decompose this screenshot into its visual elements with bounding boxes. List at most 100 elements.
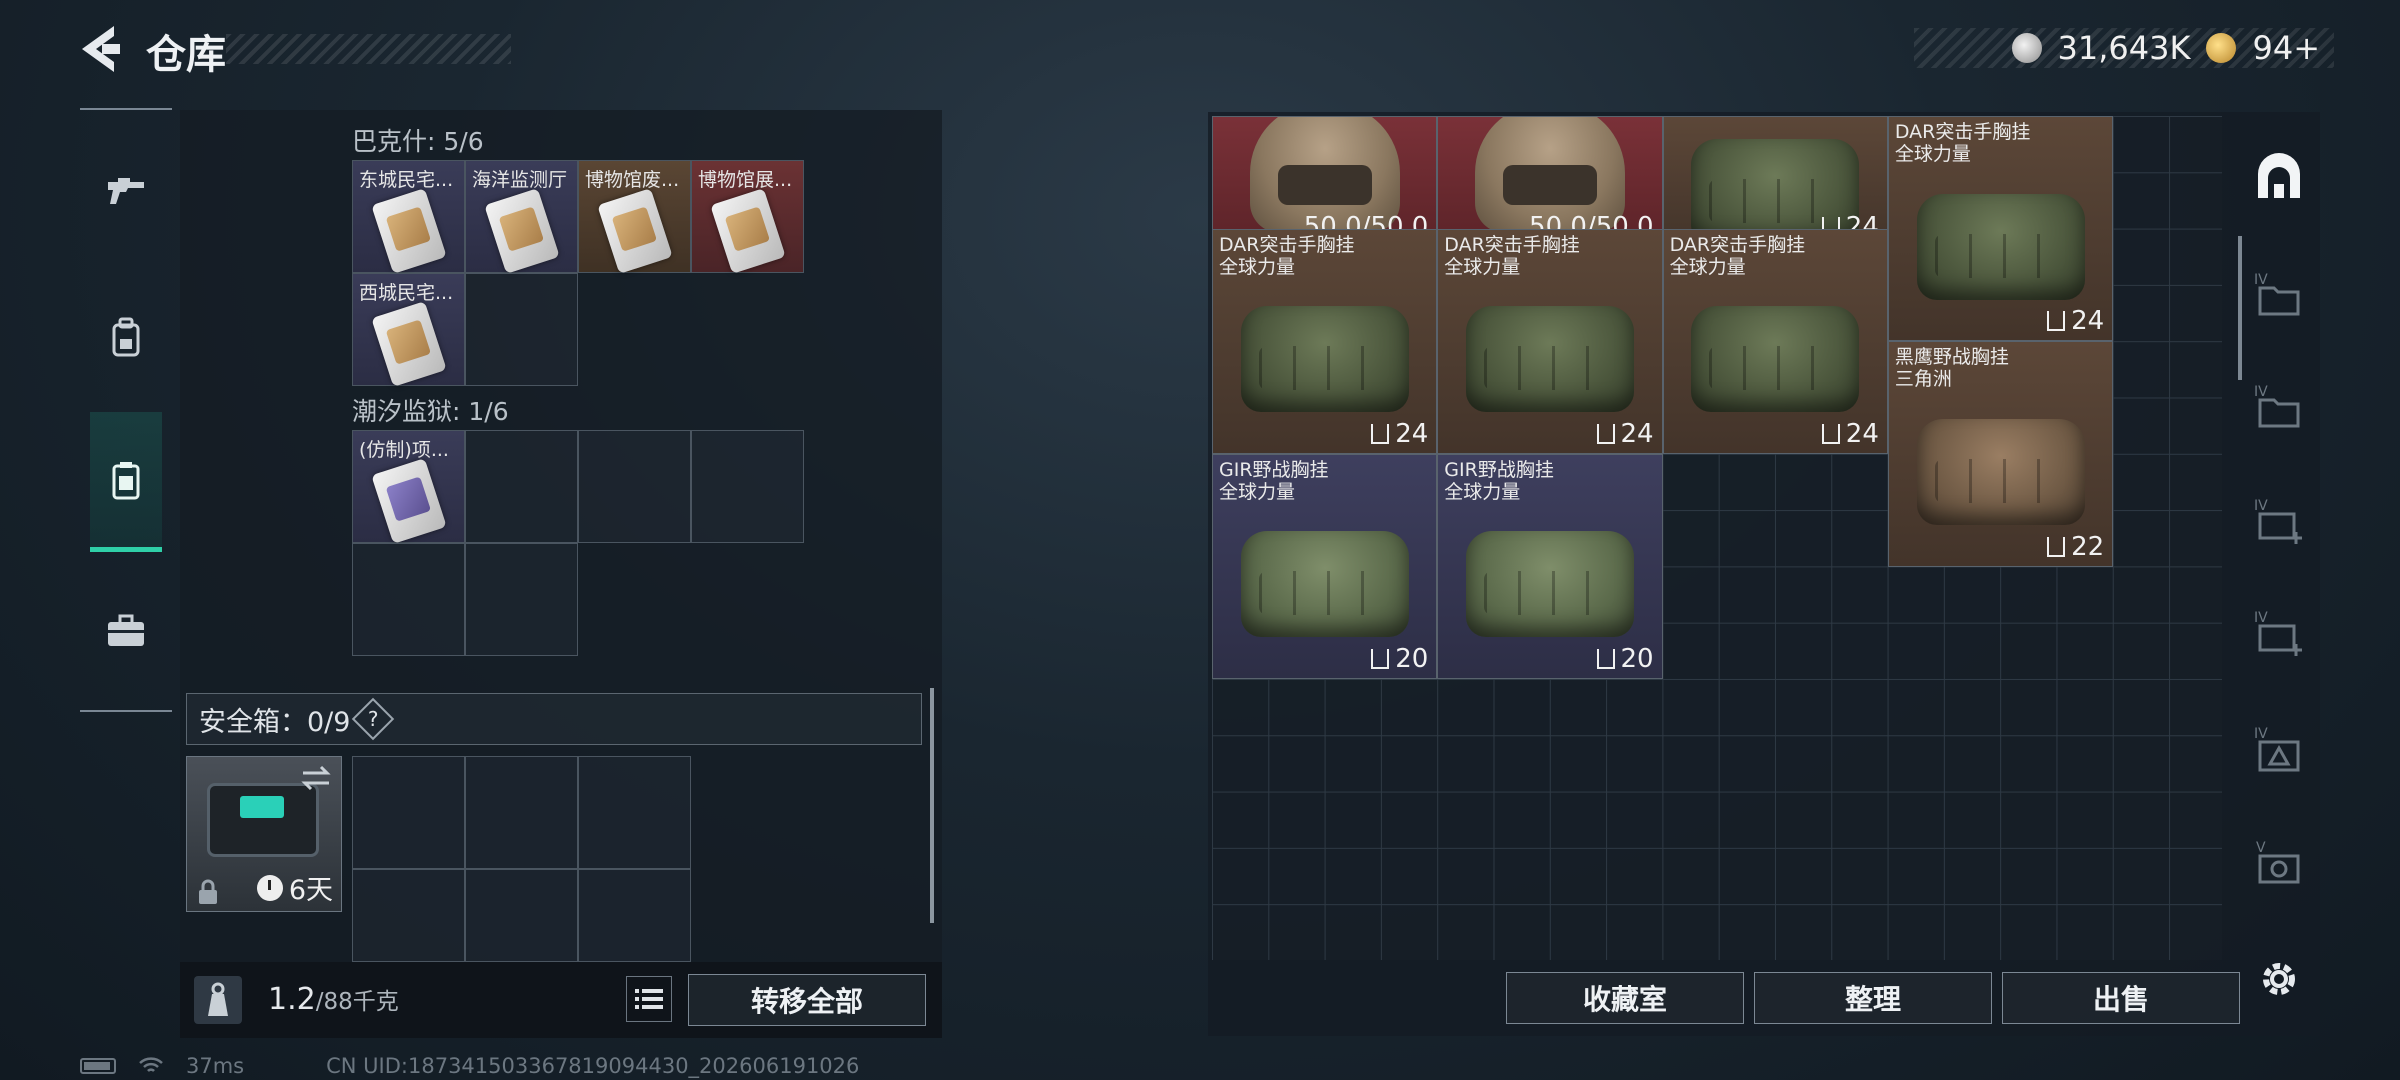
stash-tab-iv-4[interactable]: IV (2252, 606, 2306, 660)
weight-bar: 1.2/88千克 转移全部 (180, 962, 942, 1038)
key-slot[interactable]: 博物馆展... (691, 160, 804, 274)
stash-tab-iv-5[interactable]: IV (2252, 722, 2306, 776)
durability-icon (1821, 423, 1840, 444)
gold-currency-value[interactable]: 94+ (2252, 29, 2320, 67)
empty-slot[interactable] (352, 543, 465, 656)
triangle-iv-icon: IV (2254, 726, 2300, 772)
safe-box-timer: 6天 (256, 868, 333, 907)
keycard-icon (710, 188, 786, 274)
safe-slot[interactable] (578, 869, 691, 962)
help-button[interactable]: ? (352, 697, 395, 741)
rail-backpack[interactable] (90, 292, 162, 382)
safe-slot[interactable] (578, 756, 691, 869)
settings-button[interactable] (2252, 952, 2306, 1006)
item-value: 20 (1371, 644, 1428, 674)
weight-icon (194, 976, 242, 1024)
key-slot[interactable]: 博物馆废... (578, 160, 691, 274)
help-icon: ? (368, 707, 379, 731)
transfer-all-button[interactable]: 转移全部 (688, 974, 926, 1026)
camera-v-icon: V (2256, 840, 2300, 884)
rail-vest[interactable] (90, 412, 162, 552)
uid-text: CN UID:18734150336781909443​0_2026061910… (326, 1054, 860, 1078)
stash-tab-v[interactable]: V (2252, 836, 2306, 890)
safe-slot[interactable] (352, 869, 465, 962)
empty-slot[interactable] (691, 430, 804, 543)
battery-icon (80, 1058, 116, 1074)
stash-item[interactable]: GIR野战胸挂 全球力量 20 (1212, 453, 1438, 680)
stash-item[interactable]: DAR突击手胸挂 全球力量 24 (1212, 228, 1438, 454)
stash-tab-iv-2[interactable]: IV (2252, 380, 2306, 434)
safe-box-item[interactable]: 6天 (186, 756, 342, 912)
stash-item[interactable]: DAR突击手胸挂 全球力量 24 (1887, 116, 2114, 342)
backpack-icon (112, 317, 140, 357)
page-title: 仓库 (146, 32, 226, 78)
back-button[interactable] (78, 22, 122, 76)
empty-slot[interactable] (465, 273, 578, 386)
swap-icon[interactable] (301, 765, 331, 791)
stash-item[interactable]: 24 (1662, 116, 1888, 247)
stash-item[interactable]: GIR野战胸挂 全球力量 20 (1437, 453, 1663, 680)
item-name: DAR突击手胸挂 全球力量 (1219, 233, 1355, 278)
folder-iv-icon: IV (2254, 272, 2300, 316)
rail-weapons[interactable] (90, 145, 162, 235)
empty-slot[interactable] (465, 543, 578, 656)
toolbox-icon (108, 614, 144, 646)
durability-icon (2047, 536, 2066, 557)
silver-currency-value: 31,643K (2057, 29, 2191, 67)
item-value: 24 (1371, 419, 1428, 449)
item-value: 24 (2047, 306, 2104, 336)
weight-text: 1.2/88千克 (268, 982, 399, 1017)
svg-text:IV: IV (2254, 498, 2268, 514)
durability-icon (2047, 311, 2066, 332)
add-iv-icon: IV (2254, 610, 2302, 656)
stash-tab-iv-1[interactable]: IV (2252, 268, 2306, 322)
key-slot[interactable]: 东城民宅... (352, 160, 465, 274)
group-label-bakesh: 巴克什: 5/6 (352, 127, 484, 156)
safe-slot[interactable] (465, 756, 578, 869)
status-bar: 37ms CN UID:18734150336781909443​0_20260… (80, 1054, 859, 1078)
key-slot[interactable]: (仿制)项... (352, 430, 465, 544)
stash-item[interactable]: 50.0/50.0 (1437, 116, 1663, 247)
stash-item[interactable]: DAR突击手胸挂 全球力量 24 (1437, 228, 1663, 454)
currency-bar: 31,643K 94+ (1914, 28, 2334, 68)
folder-iv-icon: IV (2254, 384, 2300, 428)
chest-rig-icon (1916, 193, 2085, 300)
durability-icon (1371, 423, 1390, 444)
organize-button[interactable]: 整理 (1754, 972, 1992, 1024)
keycard-icon (371, 458, 447, 544)
sell-button[interactable]: 出售 (2002, 972, 2240, 1024)
safe-slot[interactable] (352, 756, 465, 869)
item-name: GIR野战胸挂 全球力量 (1219, 458, 1329, 503)
rail-bottom-divider (80, 710, 172, 712)
safe-slot[interactable] (465, 869, 578, 962)
chevron-left-icon (82, 26, 120, 72)
key-slot[interactable]: 海洋监测厅 (465, 160, 578, 274)
item-name: DAR突击手胸挂 全球力量 (1444, 233, 1580, 278)
rail-toolbox[interactable] (90, 585, 162, 675)
add-iv-icon: IV (2254, 498, 2302, 544)
clock-icon (256, 874, 283, 901)
list-view-button[interactable] (626, 976, 672, 1022)
stash-item[interactable]: DAR突击手胸挂 全球力量 24 (1662, 228, 1888, 454)
left-scrollbar[interactable] (930, 688, 934, 923)
svg-text:IV: IV (2254, 610, 2268, 626)
stash-item[interactable]: 50.0/50.0 (1212, 116, 1438, 247)
svg-text:IV: IV (2254, 272, 2268, 288)
item-name: GIR野战胸挂 全球力量 (1444, 458, 1554, 503)
keycard-icon (484, 188, 560, 274)
chest-rig-icon (1691, 306, 1860, 413)
stash-item[interactable]: 黑鹰野战胸挂 三角洲 22 (1887, 341, 2114, 567)
empty-slot[interactable] (465, 430, 578, 543)
keycard-icon (597, 188, 673, 274)
collection-button[interactable]: 收藏室 (1506, 972, 1744, 1024)
empty-slot[interactable] (578, 430, 691, 543)
durability-icon (1371, 649, 1390, 670)
stash-tab-iv-3[interactable]: IV (2252, 494, 2306, 548)
key-slot[interactable]: 西城民宅... (352, 273, 465, 387)
safe-box-icon (207, 783, 319, 857)
wifi-icon (139, 1057, 163, 1072)
item-value: 22 (2047, 532, 2104, 562)
stash-tabs: IV IV IV IV IV V (2236, 112, 2320, 1036)
stash-tab-all[interactable] (2252, 152, 2306, 206)
vest-icon (112, 461, 140, 499)
